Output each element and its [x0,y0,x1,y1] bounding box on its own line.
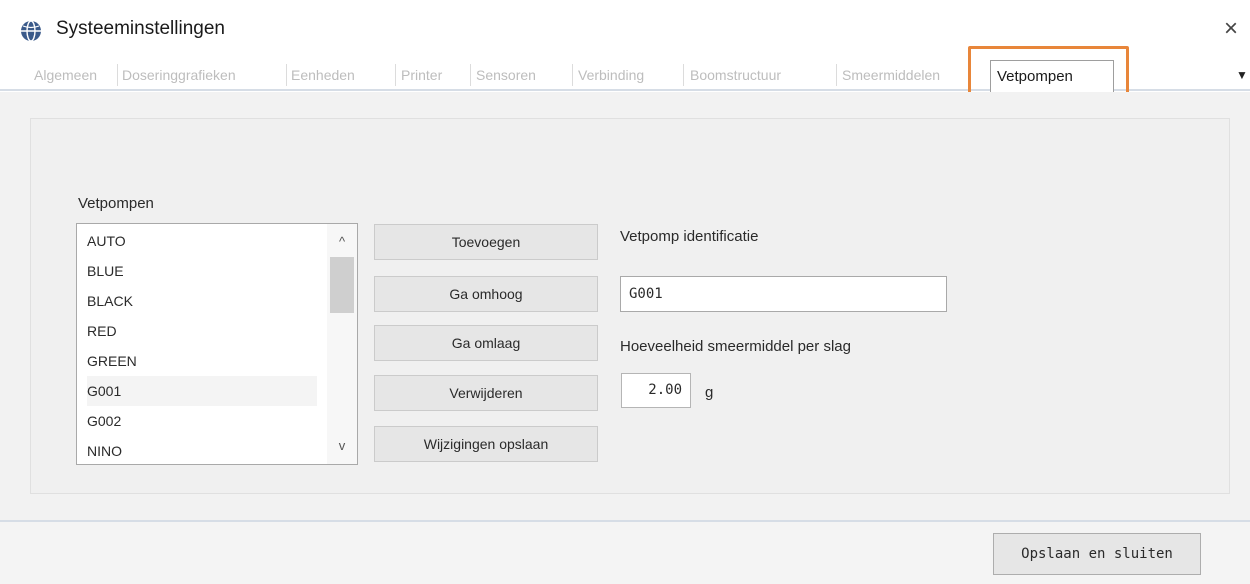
list-item[interactable]: BLUE [87,256,317,286]
list-item-selected[interactable]: G001 [87,376,317,406]
list-item[interactable]: G002 [87,406,317,436]
scrollbar-thumb[interactable] [330,257,354,313]
save-and-close-button[interactable]: Opslaan en sluiten [993,533,1201,575]
tab-separator [117,64,118,86]
tab-separator [395,64,396,86]
tab-separator [683,64,684,86]
save-changes-button[interactable]: Wijzigingen opslaan [374,426,598,462]
window-title: Systeeminstellingen [56,18,225,39]
tab-eenheden[interactable]: Eenheden [291,62,391,88]
tab-sensoren[interactable]: Sensoren [476,62,568,88]
tab-verbinding[interactable]: Verbinding [578,62,678,88]
move-down-button[interactable]: Ga omlaag [374,325,598,361]
list-item[interactable]: AUTO [87,226,317,256]
list-item[interactable]: GREEN [87,346,317,376]
identification-label: Vetpomp identificatie [620,228,759,245]
close-icon[interactable]: × [1218,14,1244,44]
chevron-up-icon[interactable]: ^ [327,234,357,254]
quantity-unit: g [705,384,714,401]
tab-algemeen[interactable]: Algemeen [34,62,114,88]
tab-smeermiddelen[interactable]: Smeermiddelen [842,62,984,88]
tab-separator [470,64,471,86]
tab-separator [286,64,287,86]
tab-boomstructuur[interactable]: Boomstructuur [690,62,832,88]
vetpompen-listbox[interactable]: AUTO BLUE BLACK RED GREEN G001 G002 NINO… [76,223,358,465]
list-item[interactable]: BLACK [87,286,317,316]
list-item[interactable]: RED [87,316,317,346]
list-item[interactable]: NINO [87,436,317,464]
chevron-down-icon[interactable]: v [327,438,357,458]
tab-doseringgrafieken[interactable]: Doseringgrafieken [122,62,282,88]
tab-separator [836,64,837,86]
tab-printer[interactable]: Printer [401,62,467,88]
identification-input[interactable]: G001 [620,276,947,312]
delete-button[interactable]: Verwijderen [374,375,598,411]
vetpompen-list-label: Vetpompen [78,195,154,212]
add-button[interactable]: Toevoegen [374,224,598,260]
move-up-button[interactable]: Ga omhoog [374,276,598,312]
tab-separator [572,64,573,86]
quantity-label: Hoeveelheid smeermiddel per slag [620,338,851,355]
globe-app-icon [21,20,41,42]
tab-overflow-dropdown-icon[interactable]: ▼ [1236,68,1248,82]
quantity-input[interactable]: 2.00 [621,373,691,408]
